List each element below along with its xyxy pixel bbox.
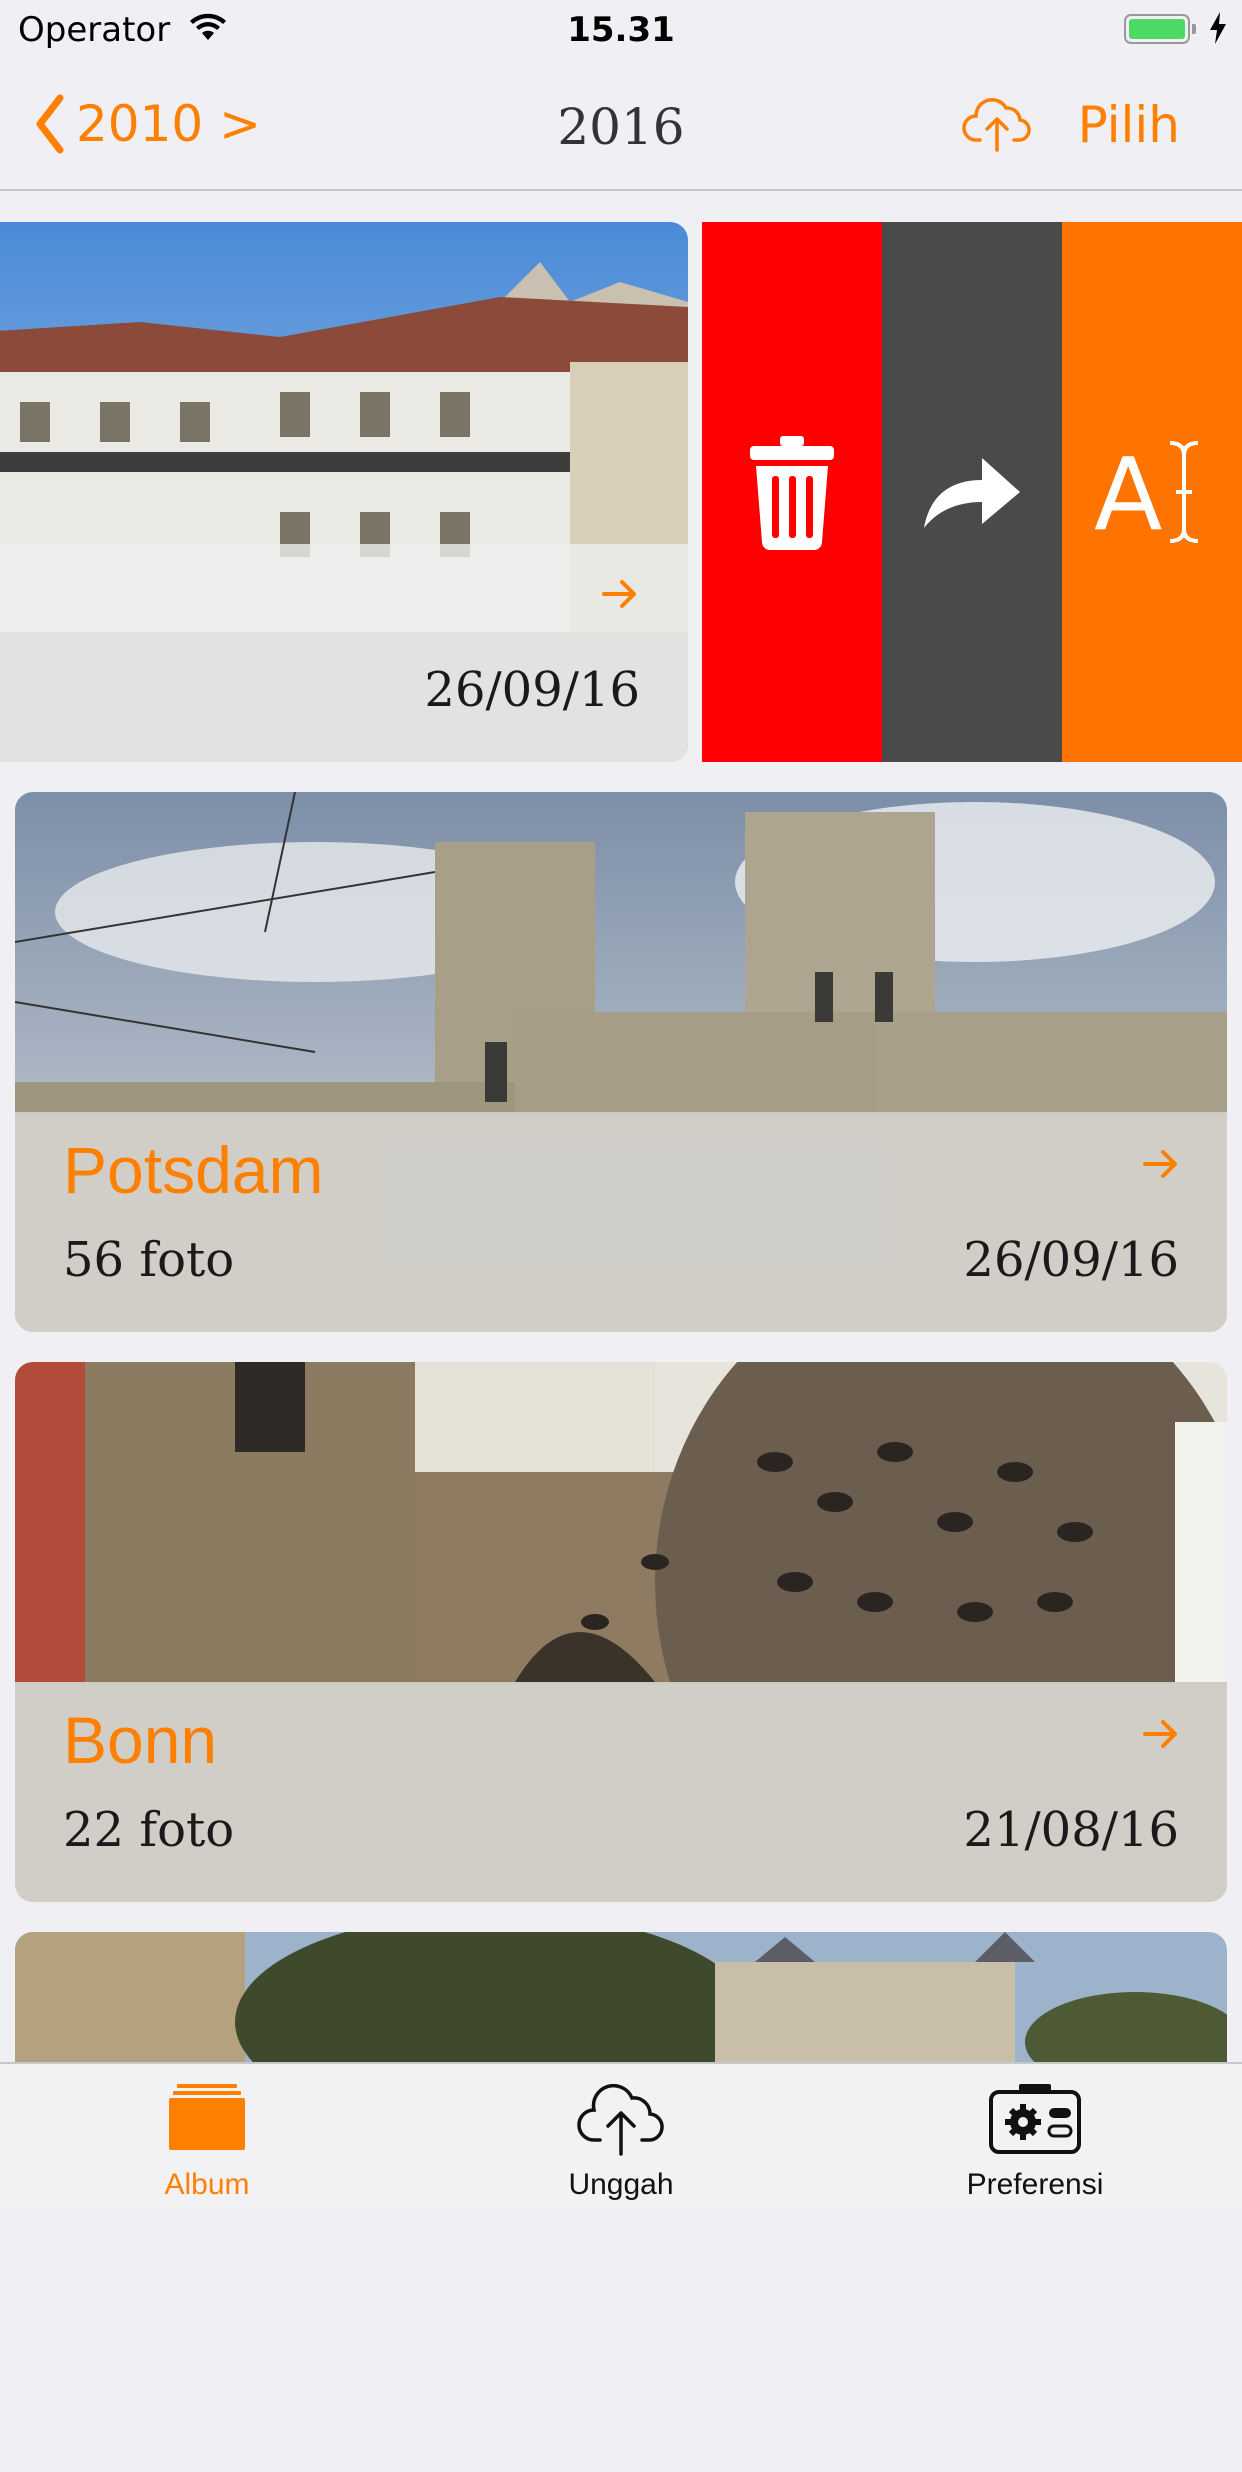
tab-preferences-label: Preferensi [966,2168,1104,2201]
album-info-panel: Potsdam 56 foto 26/09/16 [15,1114,1227,1332]
rename-action-button[interactable]: A [1062,222,1242,762]
tab-upload-label: Unggah [568,2168,674,2201]
svg-text:A: A [1094,437,1162,547]
tab-bar: Album Unggah Preferensi [0,2062,1242,2208]
battery-icon [1124,14,1196,44]
navigation-bar: 2010 > 2016 Pilih [0,62,1242,191]
album-info-panel: ) 26/09/16 [0,544,688,762]
album-cover-photo [15,1932,1227,2062]
arrow-right-icon [1143,1150,1177,1178]
album-photo-count: 22 foto [63,1802,235,1858]
tab-upload[interactable]: Unggah [414,2064,828,2210]
status-time: 15.31 [567,10,675,50]
album-photo-count: 56 foto [63,1232,235,1288]
tab-album-label: Album [164,2168,250,2201]
album-card[interactable]: ) 26/09/16 [0,222,688,762]
share-action-button[interactable] [882,222,1062,762]
album-card[interactable]: Bonn 22 foto 21/08/16 [15,1362,1227,1902]
album-title: Potsdam [63,1133,324,1207]
cloud-upload-icon [577,2084,664,2156]
album-title: ) [0,566,2,642]
select-button[interactable]: Pilih [1078,96,1180,154]
status-bar: Operator 15.31 [0,0,1242,62]
charging-bolt-icon [1208,12,1228,48]
upload-cloud-button[interactable] [962,96,1032,156]
album-date: 26/09/16 [963,1232,1179,1288]
album-title: Bonn [63,1703,218,1777]
album-date: 21/08/16 [963,1802,1179,1858]
tab-album[interactable]: Album [0,2064,414,2210]
album-card[interactable]: Potsdam 56 foto 26/09/16 [15,792,1227,1332]
tab-preferences[interactable]: Preferensi [828,2064,1242,2210]
share-arrow-icon [924,458,1020,528]
arrow-right-icon [602,580,636,608]
preferences-gear-icon [989,2084,1081,2154]
cloud-upload-icon [962,98,1031,152]
rename-text-icon: A [1094,437,1199,547]
trash-icon [750,436,834,550]
page-title: 2016 [557,98,685,156]
album-stack-icon [169,2084,245,2150]
arrow-right-icon [1143,1720,1177,1748]
delete-action-button[interactable] [702,222,882,762]
album-date: 26/09/16 [424,662,640,718]
album-info-panel: Bonn 22 foto 21/08/16 [15,1684,1227,1902]
